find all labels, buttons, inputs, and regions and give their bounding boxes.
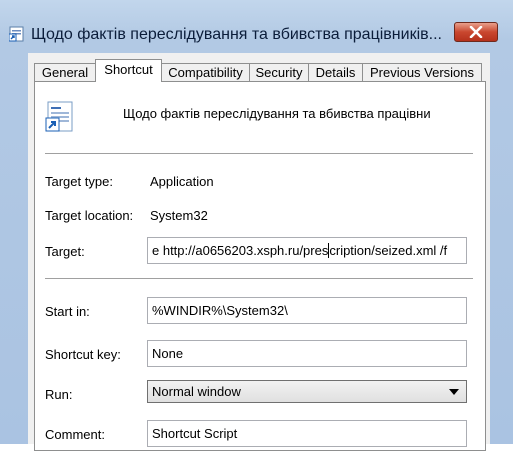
tab-shortcut[interactable]: Shortcut	[95, 59, 162, 82]
tab-compatibility[interactable]: Compatibility	[161, 63, 250, 81]
target-input[interactable]: e http://a0656203.xsph.ru/prescription/s…	[147, 237, 467, 264]
target-type-value: Application	[150, 174, 214, 189]
start-in-label: Start in:	[45, 304, 90, 319]
separator	[45, 278, 473, 279]
run-select[interactable]: Normal window	[147, 380, 467, 403]
chevron-down-icon	[449, 389, 459, 395]
tab-details[interactable]: Details	[308, 63, 363, 81]
shortcut-file-icon	[9, 26, 24, 42]
shortcut-name: Щодо фактів переслідування та вбивства п…	[123, 106, 431, 121]
run-select-value: Normal window	[152, 384, 241, 399]
start-in-input[interactable]: %WINDIR%\System32\	[147, 297, 467, 324]
shortcut-file-icon	[45, 101, 73, 132]
separator	[45, 153, 473, 154]
shortcut-key-label: Shortcut key:	[45, 347, 121, 362]
window-title: Щодо фактів переслідування та вбивства п…	[31, 26, 442, 43]
window-frame: Щодо фактів переслідування та вбивства п…	[0, 0, 513, 451]
comment-input[interactable]: Shortcut Script	[147, 420, 467, 447]
shortcut-panel: Щодо фактів переслідування та вбивства п…	[34, 81, 486, 451]
shortcut-key-input[interactable]: None	[147, 340, 467, 367]
title-bar[interactable]: Щодо фактів переслідування та вбивства п…	[0, 0, 513, 48]
close-button[interactable]	[454, 22, 498, 42]
tab-previous-versions[interactable]: Previous Versions	[362, 63, 482, 81]
properties-dialog: General Shortcut Compatibility Security …	[28, 53, 490, 451]
tab-general[interactable]: General	[34, 63, 96, 81]
target-type-label: Target type:	[45, 174, 113, 189]
target-location-label: Target location:	[45, 208, 134, 223]
run-label: Run:	[45, 387, 73, 402]
target-label: Target:	[45, 244, 85, 259]
target-value-end: cription/seized.xml /f	[329, 243, 448, 258]
target-location-value: System32	[150, 208, 208, 223]
comment-label: Comment:	[45, 427, 105, 442]
close-icon	[469, 26, 483, 38]
tab-security[interactable]: Security	[249, 63, 309, 81]
target-value-start: e http://a0656203.xsph.ru/pres	[152, 243, 329, 258]
